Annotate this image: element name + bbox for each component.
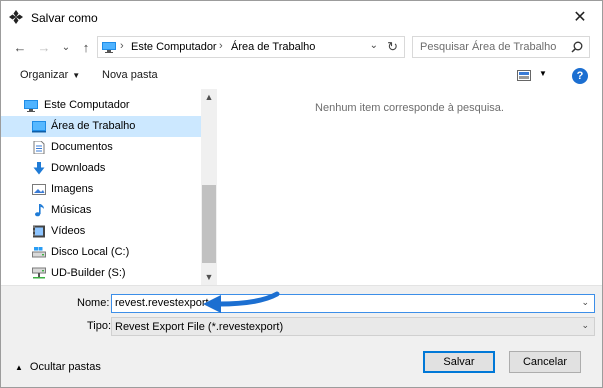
tree-item-network-drive[interactable]: UD-Builder (S:) [1,263,201,284]
navigation-bar: ← → ⌄ ↑ › Este Computador › Área de Trab… [1,33,602,61]
tree-item-label: Este Computador [44,99,130,111]
back-button[interactable]: ← [11,38,29,56]
close-button[interactable]: ✕ [560,1,600,33]
tree-item-desktop[interactable]: Área de Trabalho [1,116,201,137]
tree-item-label: Disco Local (C:) [51,246,130,258]
up-arrow-icon: ↑ [82,39,90,55]
search-placeholder: Pesquisar Área de Trabalho [420,41,557,53]
empty-results-message: Nenhum item corresponde à pesquisa. [315,102,504,114]
tree-item-downloads[interactable]: Downloads [1,158,201,179]
tree-item-label: Imagens [51,183,94,195]
computer-icon [102,42,116,53]
downloads-icon [33,162,45,175]
cancel-button[interactable]: Cancelar [509,351,581,373]
search-icon [571,41,583,53]
scroll-down-button[interactable]: ▼ [201,269,217,285]
save-as-dialog: Salvar como ✕ ← → ⌄ ↑ › Este Computador [0,0,603,388]
file-name-value: revest.revestexport [115,297,209,309]
videos-icon [33,225,45,238]
back-arrow-icon: ← [13,39,27,55]
view-options-icon[interactable] [517,70,531,81]
app-icon [9,10,23,24]
hide-folders-label: Ocultar pastas [29,361,101,373]
refresh-icon[interactable]: ↻ [387,39,398,55]
chevron-down-icon: ⌄ [61,41,71,53]
tree-item-label: Downloads [51,162,106,174]
recent-locations-button[interactable]: ⌄ [57,38,75,56]
new-folder-button[interactable]: Nova pasta [102,69,158,81]
address-history-dropdown[interactable]: ⌄ [370,40,378,51]
music-icon [35,204,44,217]
tree-item-pictures[interactable]: Imagens [1,179,201,200]
breadcrumb-separator: › [120,40,124,52]
navigation-pane: Este Computador Área de Trabalho Documen… [1,89,217,285]
tree-item-label: UD-Builder (S:) [51,267,126,279]
tree-item-label: Músicas [51,204,92,216]
tree-item-label: Documentos [51,141,113,153]
tree-item-computer[interactable]: Este Computador [1,95,201,116]
tree-item-music[interactable]: Músicas [1,200,201,221]
file-name-input[interactable]: revest.revestexport ⌄ [111,294,595,313]
tree-item-local-disk[interactable]: Disco Local (C:) [1,242,201,263]
breadcrumb-item-desktop[interactable]: Área de Trabalho [231,41,315,53]
search-input[interactable]: Pesquisar Área de Trabalho [412,36,590,58]
organize-label: Organizar [20,69,69,81]
scrollbar-thumb[interactable] [202,185,216,263]
chevron-down-icon: ⌄ [581,320,589,330]
hide-folders-button[interactable]: ▲ Ocultar pastas [15,361,101,373]
close-icon: ✕ [573,9,587,26]
scroll-up-button[interactable]: ▲ [201,89,217,105]
pictures-icon [32,184,46,195]
organize-menu-button[interactable]: Organizar ▼ [20,69,80,81]
file-type-value: Revest Export File (*.revestexport) [115,321,284,333]
breadcrumb-separator: › [219,40,223,52]
file-type-select[interactable]: Revest Export File (*.revestexport) ⌄ [111,317,595,336]
documents-icon [33,141,45,154]
annotation-arrow-icon [203,291,280,313]
caret-up-icon: ▲ [15,363,23,372]
save-options-panel: Nome: revest.revestexport ⌄ Tipo: Revest… [1,285,602,387]
chevron-down-icon[interactable]: ⌄ [581,297,589,308]
up-button[interactable]: ↑ [77,38,95,56]
command-toolbar: Organizar ▼ Nova pasta ▼ ? [1,63,602,89]
network-drive-icon [32,267,46,279]
address-bar[interactable]: › Este Computador › Área de Trabalho ⌄ ↻ [97,36,405,58]
caret-down-icon: ▼ [72,71,81,80]
tree-item-videos[interactable]: Vídeos [1,221,201,242]
breadcrumb-item-computer[interactable]: Este Computador [131,41,217,53]
forward-button[interactable]: → [35,38,53,56]
forward-arrow-icon: → [37,39,51,55]
view-options-caret-icon[interactable]: ▼ [539,69,547,78]
navigation-pane-scrollbar[interactable]: ▲ ▼ [201,89,217,285]
computer-icon [24,100,38,112]
tree-item-documents[interactable]: Documentos [1,137,201,158]
window-title: Salvar como [31,11,98,25]
local-disk-icon [32,247,46,258]
file-list-area[interactable]: Nenhum item corresponde à pesquisa. [217,89,602,285]
tree-item-label: Vídeos [51,225,86,237]
help-icon[interactable]: ? [572,68,588,84]
save-button[interactable]: Salvar [423,351,495,373]
file-name-label: Nome: [77,297,110,309]
desktop-icon [32,121,46,133]
title-bar: Salvar como ✕ [1,1,602,33]
tree-item-label: Área de Trabalho [51,120,136,132]
file-type-label: Tipo: [87,320,112,332]
